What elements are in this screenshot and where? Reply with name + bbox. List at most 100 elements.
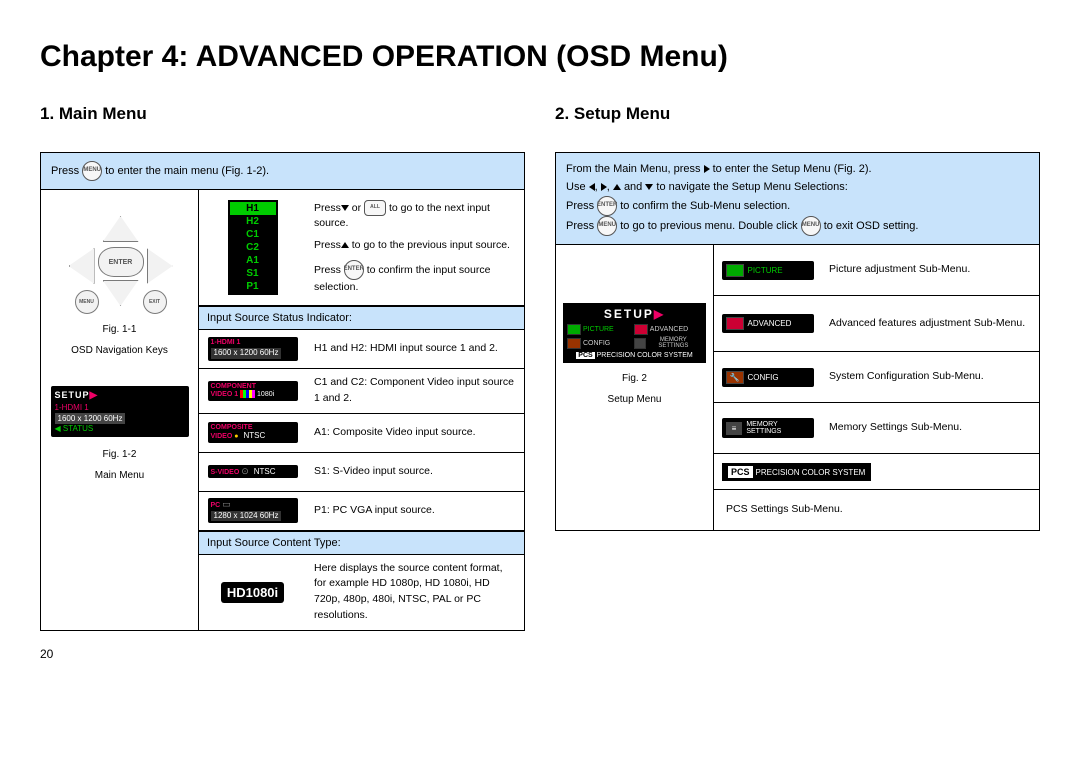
- ind-c-tag: 1080i: [257, 391, 274, 398]
- setup-intro: From the Main Menu, press to enter the S…: [556, 153, 1039, 245]
- setup-intro3-post: to confirm the Sub-Menu selection.: [620, 200, 790, 212]
- content-type-desc: Here displays the source content format,…: [306, 555, 524, 630]
- nav-menu-icon: MENU: [75, 290, 99, 314]
- config-desc: System Configuration Sub-Menu.: [821, 363, 1039, 391]
- advanced-desc: Advanced features adjustment Sub-Menu.: [821, 310, 1039, 338]
- ind-s-top: S-VIDEO: [211, 469, 240, 476]
- fig-1-1-caption: OSD Navigation Keys: [47, 345, 192, 356]
- osd-hdmi-label: 1-HDMI 1: [55, 403, 185, 412]
- setup-intro1-post: to enter the Setup Menu (Fig. 2).: [713, 163, 872, 175]
- desc-composite: A1: Composite Video input source.: [306, 419, 524, 447]
- source-h1: H1: [230, 202, 276, 215]
- config-icon: [567, 338, 581, 349]
- config-submenu-badge: 🔧CONFIG: [722, 368, 814, 387]
- source-c1: C1: [230, 228, 276, 241]
- status-indicator-header: Input Source Status Indicator:: [199, 306, 524, 330]
- instr3-post: to confirm the input source selection.: [314, 263, 490, 292]
- chapter-title: Chapter 4: ADVANCED OPERATION (OSD Menu): [40, 40, 1040, 74]
- nav-down-icon: [103, 280, 139, 306]
- nav-exit-icon: EXIT: [143, 290, 167, 314]
- fig-2-caption: Setup Menu: [562, 394, 707, 405]
- left-arrow-icon: ◀: [55, 424, 63, 433]
- instr2-pre: Press: [314, 239, 341, 251]
- ind-p-res: 1280 x 1024 60Hz: [211, 511, 282, 522]
- hd1080i-badge: HD1080i: [221, 582, 284, 603]
- source-a1: A1: [230, 254, 276, 267]
- pcs-short-badge: PCS: [728, 466, 753, 478]
- picture-desc: Picture adjustment Sub-Menu.: [821, 256, 1039, 284]
- desc-component: C1 and C2: Component Video input source …: [306, 369, 524, 413]
- down-arrow-icon: [341, 205, 349, 211]
- ind-a-tag: NTSC: [240, 432, 268, 441]
- setup-osd-preview: SETUP▶ PICTURE ADVANCED CONFIG MEMORY SE…: [563, 303, 706, 363]
- ind-s-tag: NTSC: [251, 468, 279, 477]
- fig-1-1-label: Fig. 1-1: [47, 324, 192, 335]
- main-intro: Press MENU to enter the main menu (Fig. …: [41, 153, 524, 190]
- up-arrow-icon: [341, 242, 349, 248]
- setup-item-advanced: ADVANCED: [650, 326, 688, 333]
- enter-key-icon: ENTER: [344, 260, 364, 280]
- memory-label: MEMORY SETTINGS: [746, 421, 809, 435]
- fig-2-label: Fig. 2: [562, 373, 707, 384]
- setup-item-memory: MEMORY SETTINGS: [648, 337, 698, 349]
- ind-h-res: 1600 x 1200 60Hz: [211, 348, 282, 359]
- main-intro-post: to enter the main menu (Fig. 1-2).: [105, 165, 269, 177]
- memory-icon: ≡: [726, 422, 743, 435]
- ind-h-top: 1-HDMI 1: [211, 339, 295, 347]
- osd-status-label: STATUS: [63, 424, 93, 433]
- source-c2: C2: [230, 241, 276, 254]
- color-bars-icon: [240, 390, 255, 398]
- desc-svideo: S1: S-Video input source.: [306, 458, 524, 486]
- right-arrow-icon: [601, 183, 607, 191]
- enter-key-icon: ENTER: [597, 196, 617, 216]
- pcs-desc: PCS Settings Sub-Menu.: [714, 496, 1039, 524]
- menu-key-icon: MENU: [801, 216, 821, 236]
- section-heading-main: 1. Main Menu: [40, 104, 525, 124]
- main-menu-section: 1. Main Menu Press MENU to enter the mai…: [40, 104, 525, 631]
- svideo-plug-icon: ⊙: [241, 466, 249, 476]
- setup-item-config: CONFIG: [583, 340, 610, 347]
- vga-plug-icon: ▭: [222, 499, 231, 509]
- setup-menu-panel: From the Main Menu, press to enter the S…: [555, 152, 1040, 531]
- osd-main-menu-preview: SETUP▶ 1-HDMI 1 1600 x 1200 60Hz ◀ STATU…: [51, 386, 189, 437]
- fig-1-2-caption: Main Menu: [47, 470, 192, 481]
- memory-submenu-badge: ≡MEMORY SETTINGS: [722, 418, 814, 438]
- ind-c-mid: VIDEO 1: [211, 391, 239, 398]
- fig-1-2-label: Fig. 1-2: [47, 449, 192, 460]
- advanced-label: ADVANCED: [748, 319, 792, 328]
- setup-item-picture: PICTURE: [583, 326, 614, 333]
- pcs-long-badge: PRECISION COLOR SYSTEM: [756, 468, 866, 477]
- nav-left-icon: [69, 248, 95, 284]
- instr2-post: to go to the previous input source.: [352, 239, 510, 251]
- up-arrow-icon: [613, 184, 621, 190]
- setup-intro4-post: to exit OSD setting.: [824, 220, 919, 232]
- indicator-hdmi: 1-HDMI 1 1600 x 1200 60Hz: [208, 337, 298, 360]
- right-arrow-icon: ▶: [654, 307, 665, 321]
- picture-submenu-badge: PICTURE: [722, 261, 814, 280]
- right-arrow-icon: ▶: [90, 390, 99, 401]
- indicator-svideo: S-VIDEO ⊙ NTSC: [208, 465, 298, 479]
- ind-c-top: COMPONENT: [211, 383, 257, 390]
- left-arrow-icon: [589, 183, 595, 191]
- osd-nav-keys: ENTER MENU EXIT: [55, 206, 185, 316]
- down-arrow-icon: [645, 184, 653, 190]
- osd-setup-label: SETUP: [55, 390, 90, 400]
- pcs-short: PCS: [576, 352, 594, 359]
- indicator-composite: COMPOSITE VIDEO ● NTSC: [208, 422, 298, 442]
- section-heading-setup: 2. Setup Menu: [555, 104, 1040, 124]
- menu-button-icon: MENU: [82, 161, 102, 181]
- advanced-icon: [726, 317, 744, 330]
- advanced-icon: [634, 324, 648, 335]
- input-source-list: H1 H2 C1 C2 A1 S1 P1: [228, 200, 278, 295]
- ind-a-mid: VIDEO: [211, 433, 233, 440]
- osd-resolution: 1600 x 1200 60Hz: [55, 413, 126, 424]
- memory-icon: [634, 338, 646, 349]
- setup-intro1-pre: From the Main Menu, press: [566, 163, 704, 175]
- setup-intro3-pre: Press: [566, 200, 594, 212]
- picture-label: PICTURE: [748, 266, 783, 275]
- memory-desc: Memory Settings Sub-Menu.: [821, 414, 1039, 442]
- config-label: CONFIG: [748, 373, 779, 382]
- desc-hdmi: H1 and H2: HDMI input source 1 and 2.: [306, 335, 524, 363]
- setup-menu-section: 2. Setup Menu From the Main Menu, press …: [555, 104, 1040, 631]
- instr1-mid: or: [352, 201, 364, 213]
